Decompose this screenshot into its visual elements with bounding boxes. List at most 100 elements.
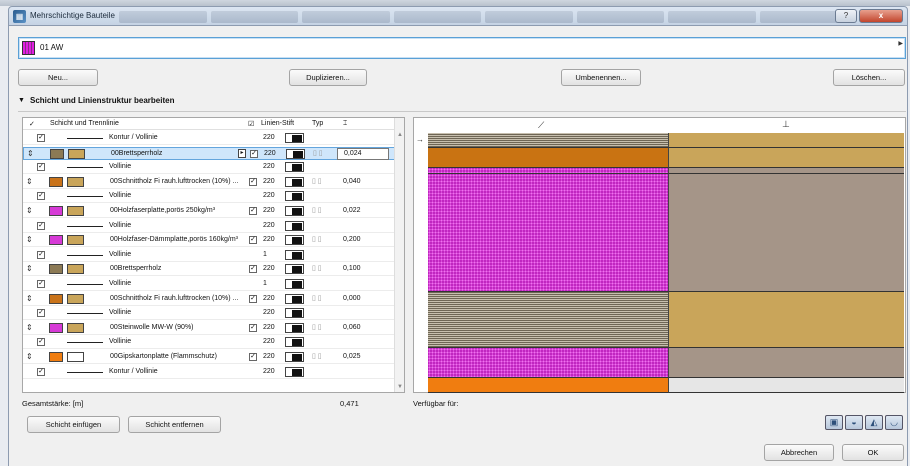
type-icon[interactable]: ▯ ▯ — [312, 235, 322, 243]
table-scrollbar[interactable]: ▲ ▼ — [394, 118, 404, 392]
line-type-swatch[interactable] — [285, 220, 304, 231]
layer-row[interactable]: ⇕ 00Schnittholz Fi rauh.lufttrocken (10%)… — [23, 176, 395, 189]
remove-layer-button[interactable]: Schicht entfernen — [128, 416, 221, 433]
type-icon[interactable]: ▯ ▯ — [312, 352, 322, 360]
delete-button[interactable]: Löschen... — [833, 69, 905, 86]
composite-selector[interactable]: 01 AW ▶ — [18, 37, 906, 59]
type-icon[interactable]: ▯ ▯ — [312, 264, 322, 272]
drag-handle-icon[interactable]: ⇕ — [26, 352, 33, 361]
shell-icon[interactable]: ◡ — [885, 415, 903, 430]
layer-row[interactable]: ⇕ 00Holzfaser-Dämmplatte,porös 160kg/m³ ✓ 2… — [23, 234, 395, 248]
line-type-swatch[interactable] — [285, 293, 304, 304]
layer-checkbox[interactable]: ✓ — [249, 177, 257, 186]
layer-checkbox[interactable]: ✓ — [249, 207, 257, 215]
wall-icon[interactable]: ▣ — [825, 415, 843, 430]
line-row[interactable]: ✓ Kontur / Vollinie 220 — [23, 132, 395, 145]
layer-row[interactable]: ⇕ 00Brettsperrholz ✓ 220 ▯ ▯ 0,100 — [23, 263, 395, 277]
row-checkbox[interactable]: ✓ — [37, 280, 45, 288]
line-row[interactable]: ✓ Vollinie 220 — [23, 307, 395, 321]
line-type-swatch[interactable] — [285, 366, 304, 377]
layer-checkbox[interactable]: ✓ — [250, 149, 258, 158]
layer-name: 00Brettsperrholz — [111, 149, 163, 157]
thickness-input[interactable]: 0,024 — [337, 147, 389, 160]
line-type-swatch[interactable] — [285, 249, 304, 260]
drag-handle-icon[interactable]: ⇕ — [26, 206, 33, 215]
pen-value: 220 — [263, 323, 275, 331]
roof-icon[interactable]: ◭ — [865, 415, 883, 430]
drag-handle-icon[interactable]: ⇕ — [26, 177, 33, 186]
line-type-swatch[interactable] — [285, 264, 304, 275]
row-checkbox[interactable]: ✓ — [37, 221, 45, 230]
layer-row[interactable]: ⇕ 00Gipskartonplatte (Flammschutz) ✓ 220 ▯ ▯… — [23, 351, 395, 364]
line-row[interactable]: ✓ Vollinie 1 — [23, 278, 395, 291]
layer-checkbox[interactable]: ✓ — [249, 323, 257, 332]
type-icon[interactable]: ▯ ▯ — [312, 206, 322, 214]
insert-layer-button[interactable]: Schicht einfügen — [27, 416, 120, 433]
line-sample — [67, 284, 103, 285]
line-type-swatch[interactable] — [285, 162, 304, 173]
layer-checkbox[interactable]: ✓ — [249, 236, 257, 245]
layer-row[interactable]: ⇕ 00Steinwolle MW-W (90%) ✓ 220 ▯ ▯ 0,060 — [23, 322, 395, 335]
drag-handle-icon[interactable]: ⇕ — [26, 235, 33, 244]
line-row[interactable]: ✓ Vollinie 220 — [23, 336, 395, 350]
row-checkbox[interactable]: ✓ — [37, 163, 45, 172]
slab-icon[interactable]: ◒ — [845, 415, 863, 430]
title-bar: ▦ Mehrschichtige Bauteile ? x — [8, 6, 908, 26]
line-row[interactable]: ✓ Vollinie 220 — [23, 161, 395, 175]
ok-button[interactable]: OK — [842, 444, 904, 461]
line-row[interactable]: ✓ Vollinie 220 — [23, 220, 395, 233]
line-type-swatch[interactable] — [285, 191, 304, 202]
row-checkbox[interactable]: ✓ — [37, 192, 45, 201]
drag-handle-icon[interactable]: ⇕ — [26, 323, 33, 332]
row-checkbox[interactable]: ✓ — [37, 250, 45, 259]
type-icon[interactable]: ▯ ▯ — [312, 177, 322, 185]
row-checkbox[interactable]: ✓ — [37, 309, 45, 318]
type-icon[interactable]: ▯ ▯ — [312, 294, 322, 302]
type-icon[interactable]: ▯ ▯ — [313, 149, 323, 157]
layer-thickness: 0,022 — [343, 207, 361, 214]
layer-row[interactable]: ⇕ 00Brettsperrholz ▸ ✓ 220 ▯ ▯ 0,024 — [23, 146, 395, 160]
scroll-down-icon[interactable]: ▼ — [397, 384, 403, 390]
line-row[interactable]: ✓ Vollinie 220 — [23, 190, 395, 204]
layer-checkbox[interactable]: ✓ — [249, 353, 257, 361]
line-type-swatch[interactable] — [285, 133, 304, 143]
drag-handle-icon[interactable]: ⇕ — [26, 264, 33, 273]
duplicate-button[interactable]: Duplizieren... — [289, 69, 367, 86]
line-row[interactable]: ✓ Kontur / Vollinie 220 — [23, 366, 395, 379]
row-checkbox[interactable]: ✓ — [37, 134, 45, 142]
close-button[interactable]: x — [859, 9, 903, 23]
row-checkbox[interactable]: ✓ — [37, 367, 45, 376]
cancel-button[interactable]: Abbrechen — [764, 444, 834, 461]
drag-handle-icon[interactable]: ⇕ — [26, 294, 33, 303]
layer-checkbox[interactable]: ✓ — [249, 265, 257, 274]
layer-swatch — [49, 206, 63, 216]
line-type-swatch[interactable] — [285, 308, 304, 319]
line-type-swatch[interactable] — [285, 176, 304, 187]
scroll-up-icon[interactable]: ▲ — [397, 132, 403, 138]
layer-name: 00Gipskartonplatte (Flammschutz) — [110, 353, 217, 360]
help-button[interactable]: ? — [835, 9, 857, 23]
collapse-arrow-icon[interactable]: ▼ — [18, 97, 25, 104]
preview-layer-fill — [668, 348, 904, 378]
layer-checkbox[interactable]: ✓ — [249, 294, 257, 303]
layer-row[interactable]: ⇕ 00Schnittholz Fi rauh.lufttrocken (10%)… — [23, 293, 395, 306]
rename-button[interactable]: Umbenennen... — [561, 69, 641, 86]
drag-handle-icon[interactable]: ⇕ — [27, 149, 34, 158]
line-type-swatch[interactable] — [285, 235, 304, 246]
line-type-swatch[interactable] — [285, 337, 304, 348]
expand-icon[interactable]: ▸ — [238, 148, 246, 158]
line-sample — [67, 225, 103, 227]
line-type-swatch[interactable] — [285, 352, 304, 362]
layer-row[interactable]: ⇕ 00Holzfaserplatte,porös 250kg/m³ ✓ 220 ▯ ▯… — [23, 205, 395, 218]
new-button[interactable]: Neu... — [18, 69, 98, 86]
line-type-swatch[interactable] — [285, 322, 304, 333]
type-icon[interactable]: ▯ ▯ — [312, 323, 322, 331]
row-checkbox[interactable]: ✓ — [37, 338, 45, 347]
preview-layer — [428, 148, 668, 168]
header-pen: Linien-Stift — [261, 120, 295, 127]
line-label: Vollinie — [109, 280, 132, 287]
line-type-swatch[interactable] — [285, 279, 304, 289]
line-type-swatch[interactable] — [285, 206, 304, 216]
line-row[interactable]: ✓ Vollinie 1 — [23, 249, 395, 262]
line-type-swatch[interactable] — [286, 148, 305, 159]
